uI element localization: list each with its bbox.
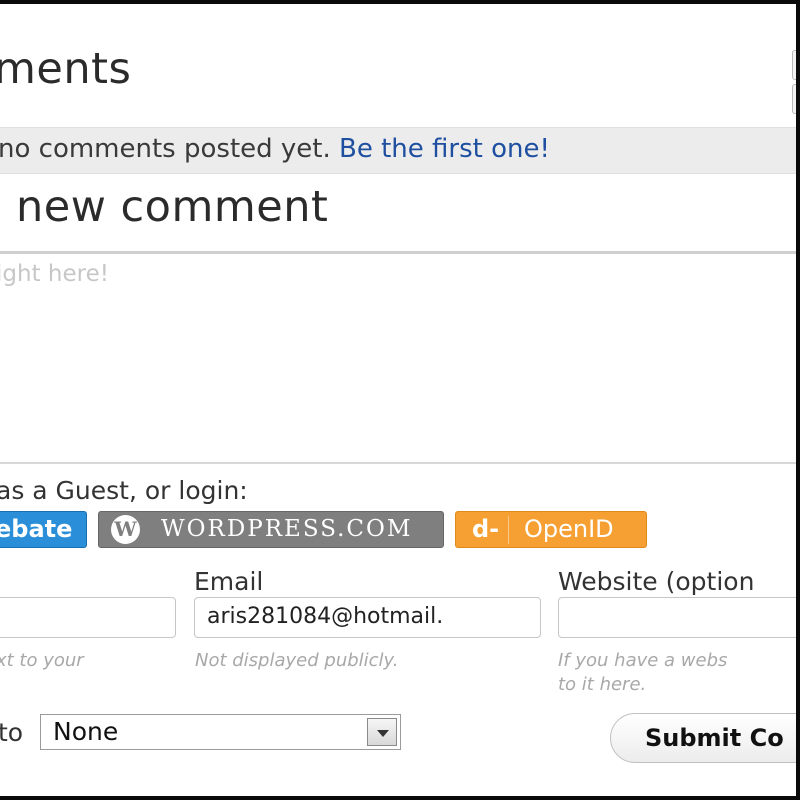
subscribe-label: to [0, 718, 24, 747]
new-comment-heading: new comment [16, 182, 329, 232]
comment-textarea[interactable] [0, 251, 796, 464]
name-input[interactable] [0, 597, 176, 638]
website-hint-line1: If you have a webs [558, 650, 728, 671]
comment-widget: ments no comments posted yet. Be the fir… [0, 4, 796, 796]
no-comments-notice: no comments posted yet. Be the first one… [0, 134, 550, 164]
intensedebate-login-button[interactable]: ebate [0, 511, 87, 548]
subscribe-selected-value: None [53, 717, 119, 746]
dropdown-arrow-icon[interactable] [367, 718, 397, 746]
wordpress-icon: W [111, 515, 140, 544]
openid-divider [508, 516, 509, 544]
subscribe-select[interactable]: None [40, 714, 401, 750]
email-hint: Not displayed publicly. [195, 650, 399, 671]
website-input[interactable] [558, 597, 796, 638]
login-prompt: as a Guest, or login: [0, 476, 248, 505]
website-hint-line2: to it here. [558, 674, 647, 695]
side-control-bottom[interactable] [792, 84, 796, 114]
comments-heading: ments [0, 44, 132, 94]
openid-login-button[interactable]: d- OpenID [455, 511, 647, 548]
email-label: Email [194, 567, 264, 596]
notice-text: no comments posted yet. [0, 134, 340, 164]
intensedebate-label: ebate [0, 515, 73, 543]
side-control-top[interactable] [792, 50, 796, 80]
comment-placeholder: ight here! [0, 261, 109, 287]
openid-label: OpenID [524, 515, 614, 543]
openid-icon: d- [472, 515, 500, 543]
be-first-link[interactable]: Be the first one! [339, 134, 550, 164]
submit-label: Submit Co [645, 724, 784, 752]
submit-comment-button[interactable]: Submit Co [610, 713, 796, 763]
website-label: Website (option [558, 567, 755, 596]
wordpress-login-button[interactable]: W WORDPRESS.COM [98, 511, 444, 548]
name-hint: xt to your [0, 650, 84, 671]
wordpress-label: WORDPRESS.COM [161, 516, 413, 542]
email-input[interactable]: aris281084@hotmail. [194, 597, 541, 638]
